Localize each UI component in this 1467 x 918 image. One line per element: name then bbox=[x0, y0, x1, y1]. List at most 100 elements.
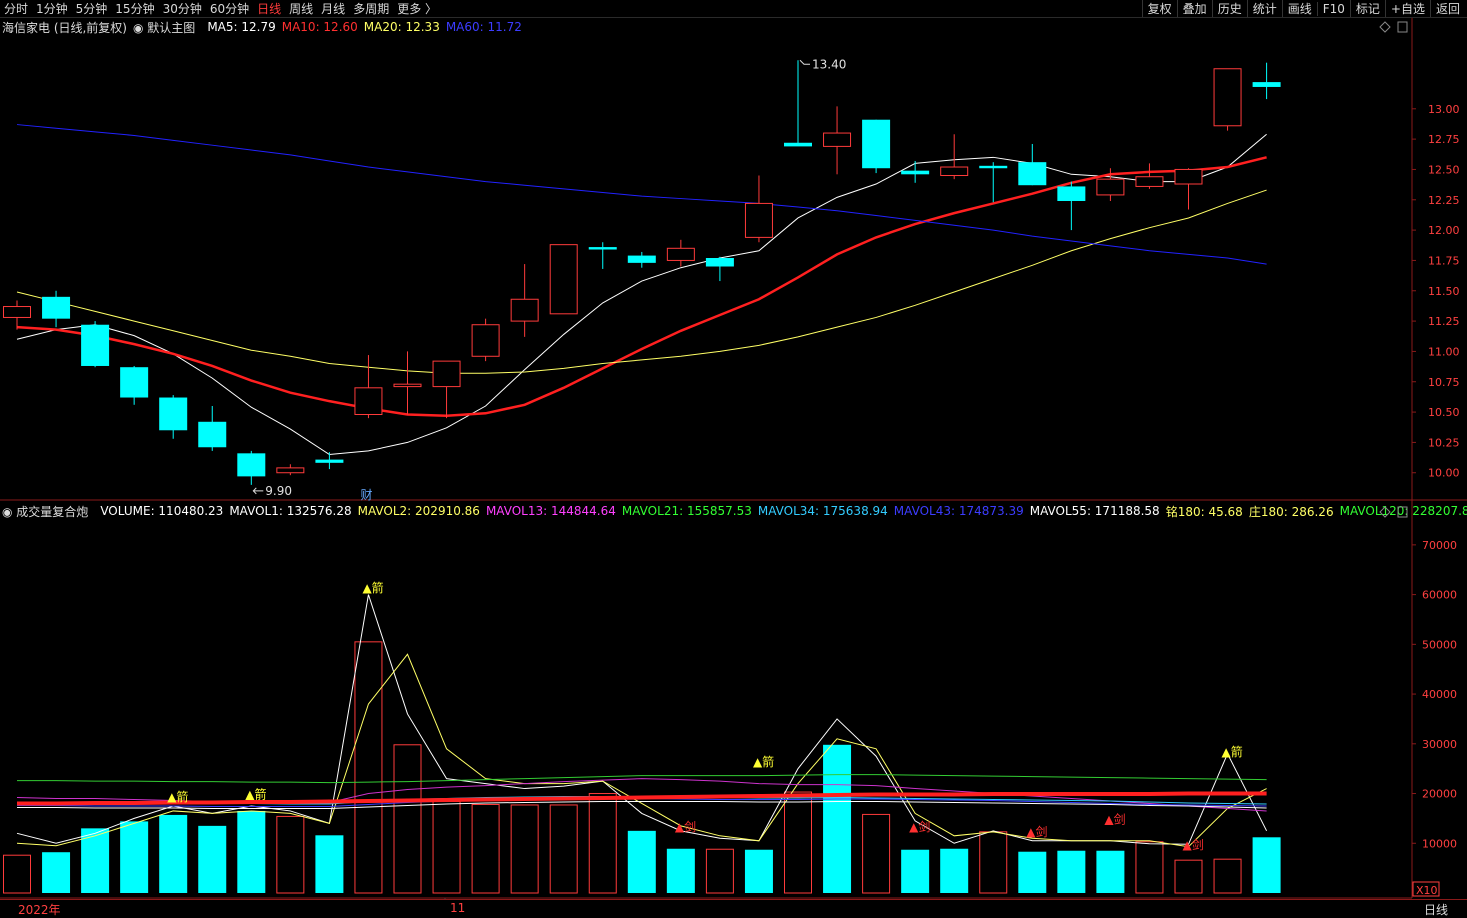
candle bbox=[940, 134, 969, 180]
high-pointer bbox=[799, 59, 810, 65]
volume-bar bbox=[1135, 841, 1164, 894]
volume-bar bbox=[627, 830, 656, 893]
candle bbox=[1252, 62, 1281, 100]
volume-tick-label: 50000 bbox=[1422, 638, 1457, 651]
volume-bar bbox=[666, 848, 695, 893]
candle-body bbox=[784, 142, 812, 147]
candle-body bbox=[120, 367, 149, 398]
volume-bar bbox=[549, 804, 578, 894]
candle bbox=[862, 119, 891, 174]
candle-body bbox=[1252, 82, 1281, 87]
candle-body bbox=[940, 166, 969, 177]
volume-bar bbox=[237, 810, 266, 893]
candle bbox=[159, 395, 188, 439]
candle-body bbox=[3, 306, 31, 318]
price-tick-label: 12.25 bbox=[1428, 194, 1460, 207]
earnings-badge[interactable]: 财 bbox=[360, 488, 372, 502]
candle bbox=[627, 251, 656, 268]
candle-body bbox=[1135, 176, 1164, 187]
candle-body bbox=[354, 387, 383, 416]
candle-body bbox=[979, 165, 1008, 169]
volume-bar bbox=[901, 849, 930, 893]
period-indicator[interactable]: 日线 bbox=[1424, 901, 1448, 918]
volume-tick-label: 30000 bbox=[1422, 738, 1457, 751]
candle bbox=[1135, 163, 1164, 189]
volume-bar bbox=[784, 791, 812, 894]
candle-body bbox=[471, 324, 500, 357]
volume-bar bbox=[198, 825, 227, 893]
scale-badge: X10 bbox=[1416, 884, 1438, 897]
price-tick-label: 11.75 bbox=[1428, 254, 1460, 267]
price-tick-label: 13.00 bbox=[1428, 103, 1460, 116]
volume-tick-label: 20000 bbox=[1422, 788, 1457, 801]
panel-toggle-icon bbox=[1397, 21, 1408, 33]
candle-body bbox=[315, 459, 344, 463]
volume-ma-line-mavol2 bbox=[16, 653, 1267, 848]
candle-body bbox=[81, 324, 110, 366]
price-tick-label: 10.75 bbox=[1428, 376, 1460, 389]
candle bbox=[1174, 168, 1203, 210]
candle bbox=[42, 290, 71, 328]
volume-signal-marker: ▲箭 bbox=[245, 787, 266, 802]
volume-bar bbox=[315, 835, 344, 893]
candle-body bbox=[42, 296, 71, 319]
diamond-icon bbox=[1379, 21, 1391, 33]
candle-body bbox=[159, 397, 188, 431]
volume-signal-marker: ▲剑 bbox=[909, 819, 930, 834]
volume-signal-marker: ▲箭 bbox=[753, 754, 774, 769]
price-tick-label: 12.50 bbox=[1428, 163, 1460, 176]
candle bbox=[471, 318, 500, 362]
volume-signal-marker: ▲箭 bbox=[167, 789, 188, 804]
candle-body bbox=[823, 132, 852, 147]
candle bbox=[823, 106, 852, 175]
candle-body bbox=[510, 298, 539, 322]
candle bbox=[276, 464, 305, 476]
candle-body bbox=[705, 258, 734, 267]
volume-tick-label: 40000 bbox=[1422, 688, 1457, 701]
volume-bar bbox=[862, 813, 891, 894]
candle-body bbox=[393, 383, 422, 388]
volume-bar bbox=[1213, 858, 1242, 894]
panel-toggle-icon bbox=[1397, 506, 1408, 518]
volume-bar bbox=[705, 848, 734, 894]
volume-bar bbox=[3, 854, 31, 894]
candle-body bbox=[627, 255, 656, 263]
price-tick-label: 11.00 bbox=[1428, 345, 1460, 358]
candle bbox=[705, 256, 734, 282]
volume-signal-marker: ▲箭 bbox=[1222, 744, 1243, 759]
ma-line-ma20 bbox=[16, 189, 1267, 374]
volume-bar bbox=[1018, 851, 1047, 893]
candle bbox=[120, 365, 149, 405]
candle-body bbox=[901, 170, 930, 175]
candle bbox=[393, 351, 422, 415]
stock-chart-canvas[interactable]: 13.00 12.75 12.50 12.25 12.00 11.75 11.50 11.25… bbox=[0, 0, 1467, 917]
volume-signal-marker: ▲剑 bbox=[675, 819, 696, 834]
candle-body bbox=[862, 119, 891, 169]
candle bbox=[744, 175, 773, 243]
price-tick-label: 12.00 bbox=[1428, 224, 1460, 237]
volume-bar bbox=[979, 831, 1008, 894]
volume-bar bbox=[510, 804, 539, 894]
candle bbox=[81, 321, 110, 368]
candle bbox=[354, 355, 383, 419]
volume-bar bbox=[1252, 837, 1281, 893]
volume-signal-marker: ▲剑 bbox=[1104, 811, 1125, 826]
candle-body bbox=[1174, 168, 1203, 185]
low-price-label: 9.90 bbox=[265, 484, 292, 498]
volume-bar bbox=[1057, 850, 1086, 893]
price-tick-label: 12.75 bbox=[1428, 133, 1460, 146]
bottom-bar: 2022年 11 日线 bbox=[0, 899, 1467, 918]
volume-bar bbox=[120, 821, 149, 893]
candle-body bbox=[1096, 178, 1125, 196]
candle bbox=[784, 60, 812, 147]
price-tick-label: 10.50 bbox=[1428, 406, 1460, 419]
volume-bar bbox=[823, 744, 852, 893]
volume-bar bbox=[588, 793, 617, 894]
candle-body bbox=[549, 244, 578, 315]
volume-bar bbox=[42, 852, 71, 893]
volume-bar bbox=[276, 815, 305, 894]
volume-signal-marker: ▲剑 bbox=[1183, 837, 1204, 852]
volume-tick-label: 70000 bbox=[1422, 539, 1457, 552]
diamond-icon bbox=[1379, 506, 1391, 518]
candle bbox=[315, 452, 344, 470]
